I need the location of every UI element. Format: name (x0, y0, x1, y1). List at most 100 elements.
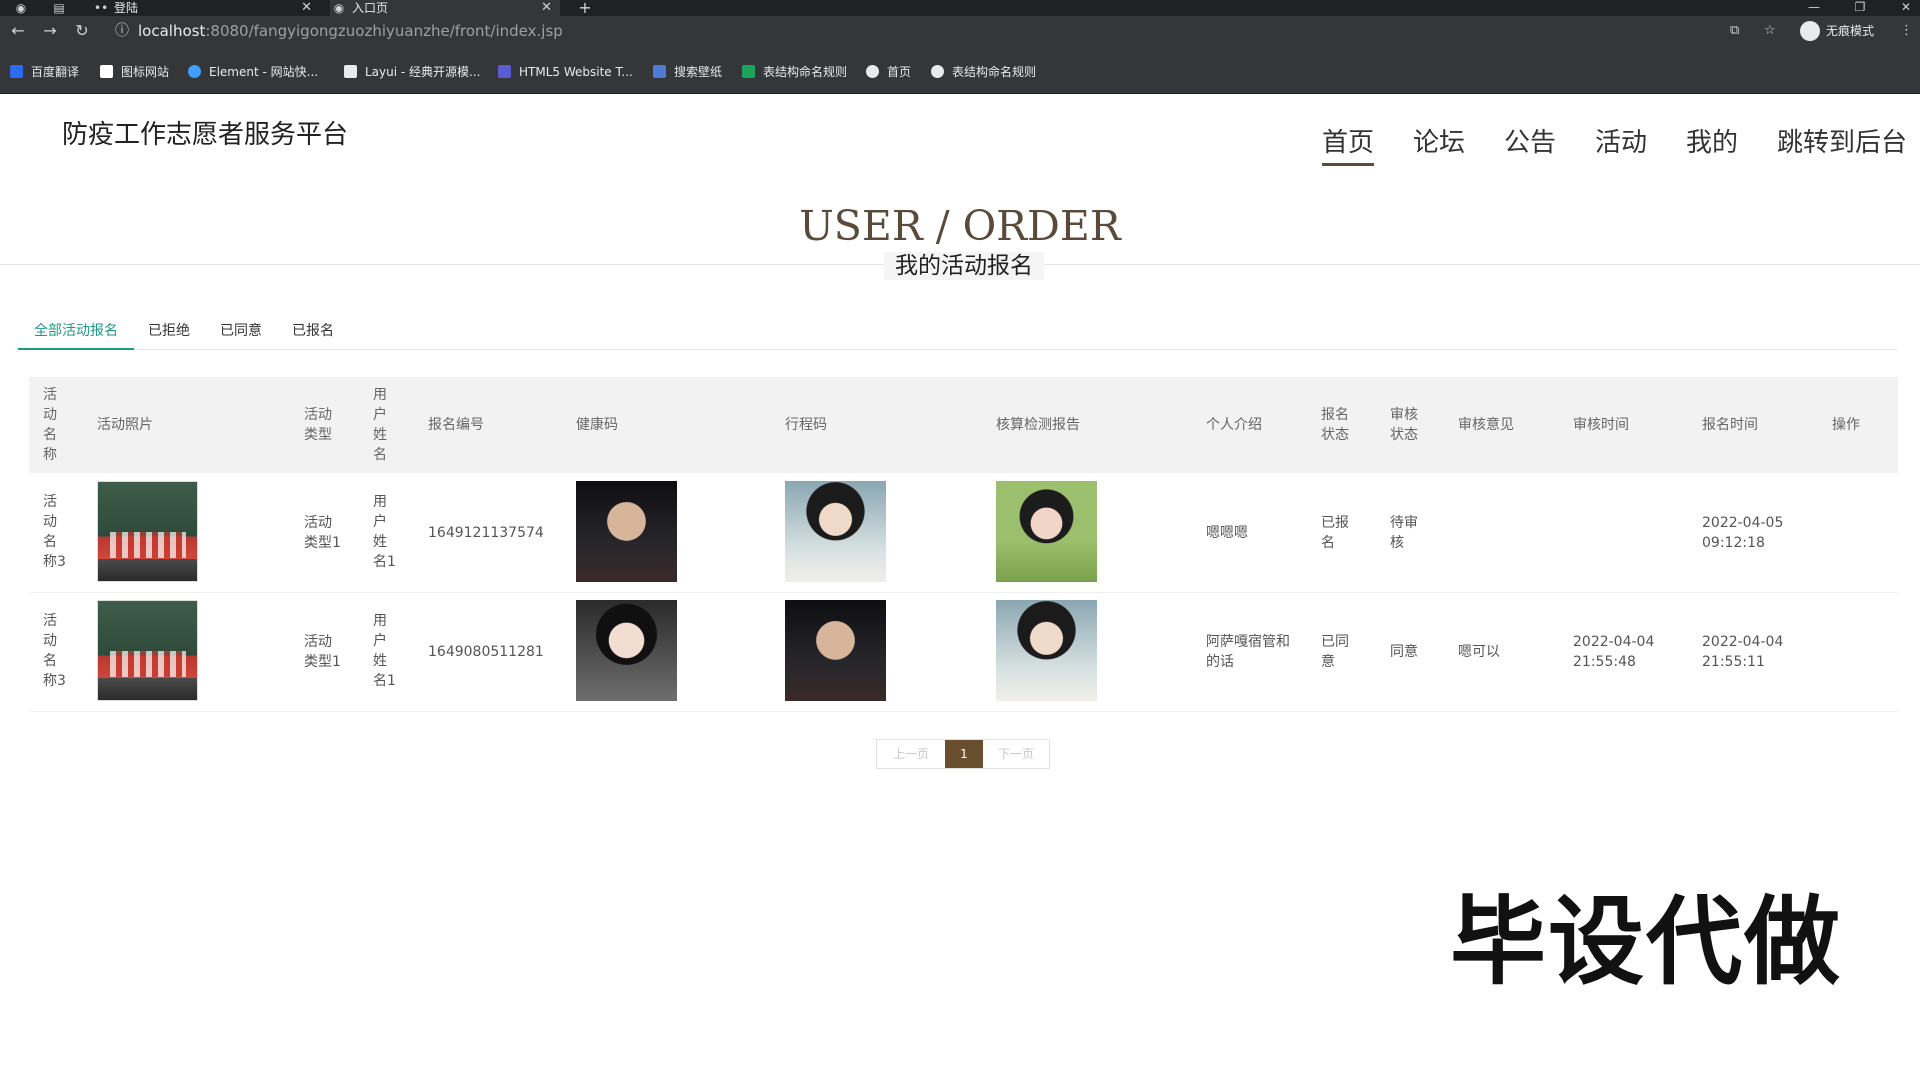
bookmark-icon (653, 65, 666, 78)
close-window-icon[interactable]: ✕ (1892, 0, 1920, 16)
th-signup-status: 报名 状态 (1321, 407, 1349, 443)
nav-backend[interactable]: 跳转到后台 (1777, 122, 1907, 159)
nucleic-report-photo[interactable] (996, 600, 1097, 701)
trip-code-photo[interactable] (785, 481, 886, 582)
bookmark-icon (344, 65, 357, 78)
tab-approved[interactable]: 已同意 (204, 320, 278, 350)
reload-icon[interactable]: ↻ (72, 21, 92, 41)
th-activity-name: 活 动 名 称 (43, 387, 57, 463)
bookmark-label: 图标网站 (121, 65, 170, 79)
cell-signup-time: 2022-04-04 21:55:11 (1702, 634, 1784, 670)
bookmark-icon (10, 65, 23, 78)
incognito-icon (1800, 20, 1820, 41)
bookmark-item[interactable]: 表结构命名规则 (742, 64, 847, 80)
th-review-opinion: 审核意见 (1458, 417, 1514, 433)
forward-icon[interactable]: → (40, 21, 60, 41)
back-icon[interactable]: ← (8, 21, 28, 41)
page-number-button[interactable]: 1 (945, 740, 983, 768)
hero-subtitle: 我的活动报名 (884, 252, 1044, 280)
tab-favicon-icon: •• (94, 1, 109, 15)
hero-title: USER / ORDER (799, 202, 1121, 250)
tab-favicon-icon: ◉ (333, 1, 345, 15)
bookmark-icon (742, 65, 755, 78)
browser-profile-icon[interactable]: ◉ (14, 1, 28, 15)
bookmark-label: Element - 网站快... (209, 65, 319, 79)
browser-toolbar: ← → ↻ ⓘ localhost:8080/fangyigongzuozhiy… (0, 16, 1920, 46)
restore-icon[interactable]: ❐ (1846, 0, 1874, 16)
cell-activity-type: 活动 类型1 (304, 515, 341, 551)
bookmark-icon (100, 65, 113, 78)
cell-activity-type: 活动 类型1 (304, 634, 341, 670)
cell-intro: 阿萨嘎宿管和 的话 (1206, 634, 1290, 670)
th-nucleic-report: 核算检测报告 (996, 417, 1080, 433)
th-review-time: 审核时间 (1573, 417, 1629, 433)
address-bar[interactable]: localhost:8080/fangyigongzuozhiyuanzhe/f… (138, 19, 1920, 43)
tab-all-signups[interactable]: 全部活动报名 (18, 320, 134, 350)
bookmark-icon (188, 65, 201, 78)
incognito-badge[interactable]: 无痕模式 (1800, 19, 1890, 43)
bookmark-icon (866, 65, 879, 78)
browser-tab-strip: ◉ ▤ •• 登陆 ✕ ◉ 入口页 ✕ + — ❐ ✕ (0, 0, 1920, 16)
bookmark-item[interactable]: HTML5 Website T... (498, 64, 633, 80)
bookmark-item[interactable]: 表结构命名规则 (931, 64, 1036, 80)
bookmark-item[interactable]: 百度翻译 (10, 64, 79, 80)
signup-filter-tabs: 全部活动报名 已拒绝 已同意 已报名 (18, 320, 1898, 350)
bookmark-item[interactable]: Element - 网站快... (188, 64, 318, 80)
minimize-icon[interactable]: — (1800, 0, 1828, 16)
th-signup-no: 报名编号 (428, 417, 484, 433)
tab-rejected[interactable]: 已拒绝 (132, 320, 206, 350)
th-action: 操作 (1832, 417, 1860, 433)
th-review-status: 审核 状态 (1390, 407, 1418, 443)
health-code-photo[interactable] (576, 481, 677, 582)
activity-photo[interactable] (97, 600, 198, 701)
close-tab-icon[interactable]: ✕ (541, 0, 552, 16)
health-code-photo[interactable] (576, 600, 677, 701)
site-info-icon[interactable]: ⓘ (112, 21, 132, 41)
bookmark-item[interactable]: 搜索壁纸 (653, 64, 722, 80)
bookmark-label: 表结构命名规则 (763, 65, 848, 79)
cell-review-status: 同意 (1390, 644, 1418, 660)
bookmark-star-icon[interactable]: ☆ (1764, 21, 1776, 41)
next-page-button[interactable]: 下一页 (983, 740, 1049, 768)
th-signup-time: 报名时间 (1702, 417, 1758, 433)
page-content: 防疫工作志愿者服务平台 首页 论坛 公告 活动 我的 跳转到后台 USER / … (0, 94, 1920, 1072)
browser-tab-entry[interactable]: ◉ 入口页 ✕ (330, 0, 560, 16)
bookmark-icon (931, 65, 944, 78)
bookmark-label: HTML5 Website T... (519, 65, 633, 79)
bookmark-label: Layui - 经典开源模... (365, 65, 481, 79)
bookmark-item[interactable]: 首页 (866, 64, 911, 80)
bookmark-label: 搜索壁纸 (674, 65, 723, 79)
pagination: 上一页 1 下一页 (876, 739, 1050, 769)
trip-code-photo[interactable] (785, 600, 886, 701)
cell-signup-no: 1649121137574 (428, 525, 544, 541)
translate-icon[interactable]: ⧉ (1730, 21, 1739, 41)
nav-forum[interactable]: 论坛 (1413, 122, 1465, 159)
nav-mine[interactable]: 我的 (1686, 122, 1738, 159)
cell-signup-status: 已同 意 (1321, 634, 1349, 670)
activity-photo[interactable] (97, 481, 198, 582)
prev-page-button[interactable]: 上一页 (877, 740, 945, 768)
cell-user-name: 用 户 姓 名1 (373, 494, 396, 570)
nucleic-report-photo[interactable] (996, 481, 1097, 582)
close-tab-icon[interactable]: ✕ (301, 0, 312, 16)
cell-review-opinion: 嗯可以 (1458, 644, 1500, 660)
browser-menu-icon[interactable]: ⋮ (1900, 21, 1913, 41)
site-title: 防疫工作志愿者服务平台 (62, 120, 349, 150)
th-user-name: 用 户 姓 名 (373, 387, 387, 463)
nav-notice[interactable]: 公告 (1504, 122, 1556, 159)
bookmark-item[interactable]: Layui - 经典开源模... (344, 64, 480, 80)
bookmark-item[interactable]: 图标网站 (100, 64, 169, 80)
nav-home[interactable]: 首页 (1322, 122, 1375, 166)
new-tab-icon[interactable]: + (578, 0, 592, 16)
tab-search-icon[interactable]: ▤ (52, 1, 66, 15)
nav-activity[interactable]: 活动 (1595, 122, 1647, 159)
table-row: 活 动 名 称3 活动 类型1 用 户 姓 名1 1649121137574 嗯… (29, 475, 1898, 593)
browser-tab-login[interactable]: •• 登陆 ✕ (92, 0, 320, 16)
th-activity-photo: 活动照片 (97, 417, 153, 433)
cell-review-status: 待审 核 (1390, 515, 1418, 551)
bookmarks-bar: 百度翻译 图标网站 Element - 网站快... Layui - 经典开源模… (0, 46, 1920, 94)
cell-activity-name: 活 动 名 称3 (43, 494, 66, 570)
tab-signed-up[interactable]: 已报名 (276, 320, 350, 350)
th-activity-type: 活动 类型 (304, 407, 332, 443)
bookmark-label: 百度翻译 (31, 65, 80, 79)
